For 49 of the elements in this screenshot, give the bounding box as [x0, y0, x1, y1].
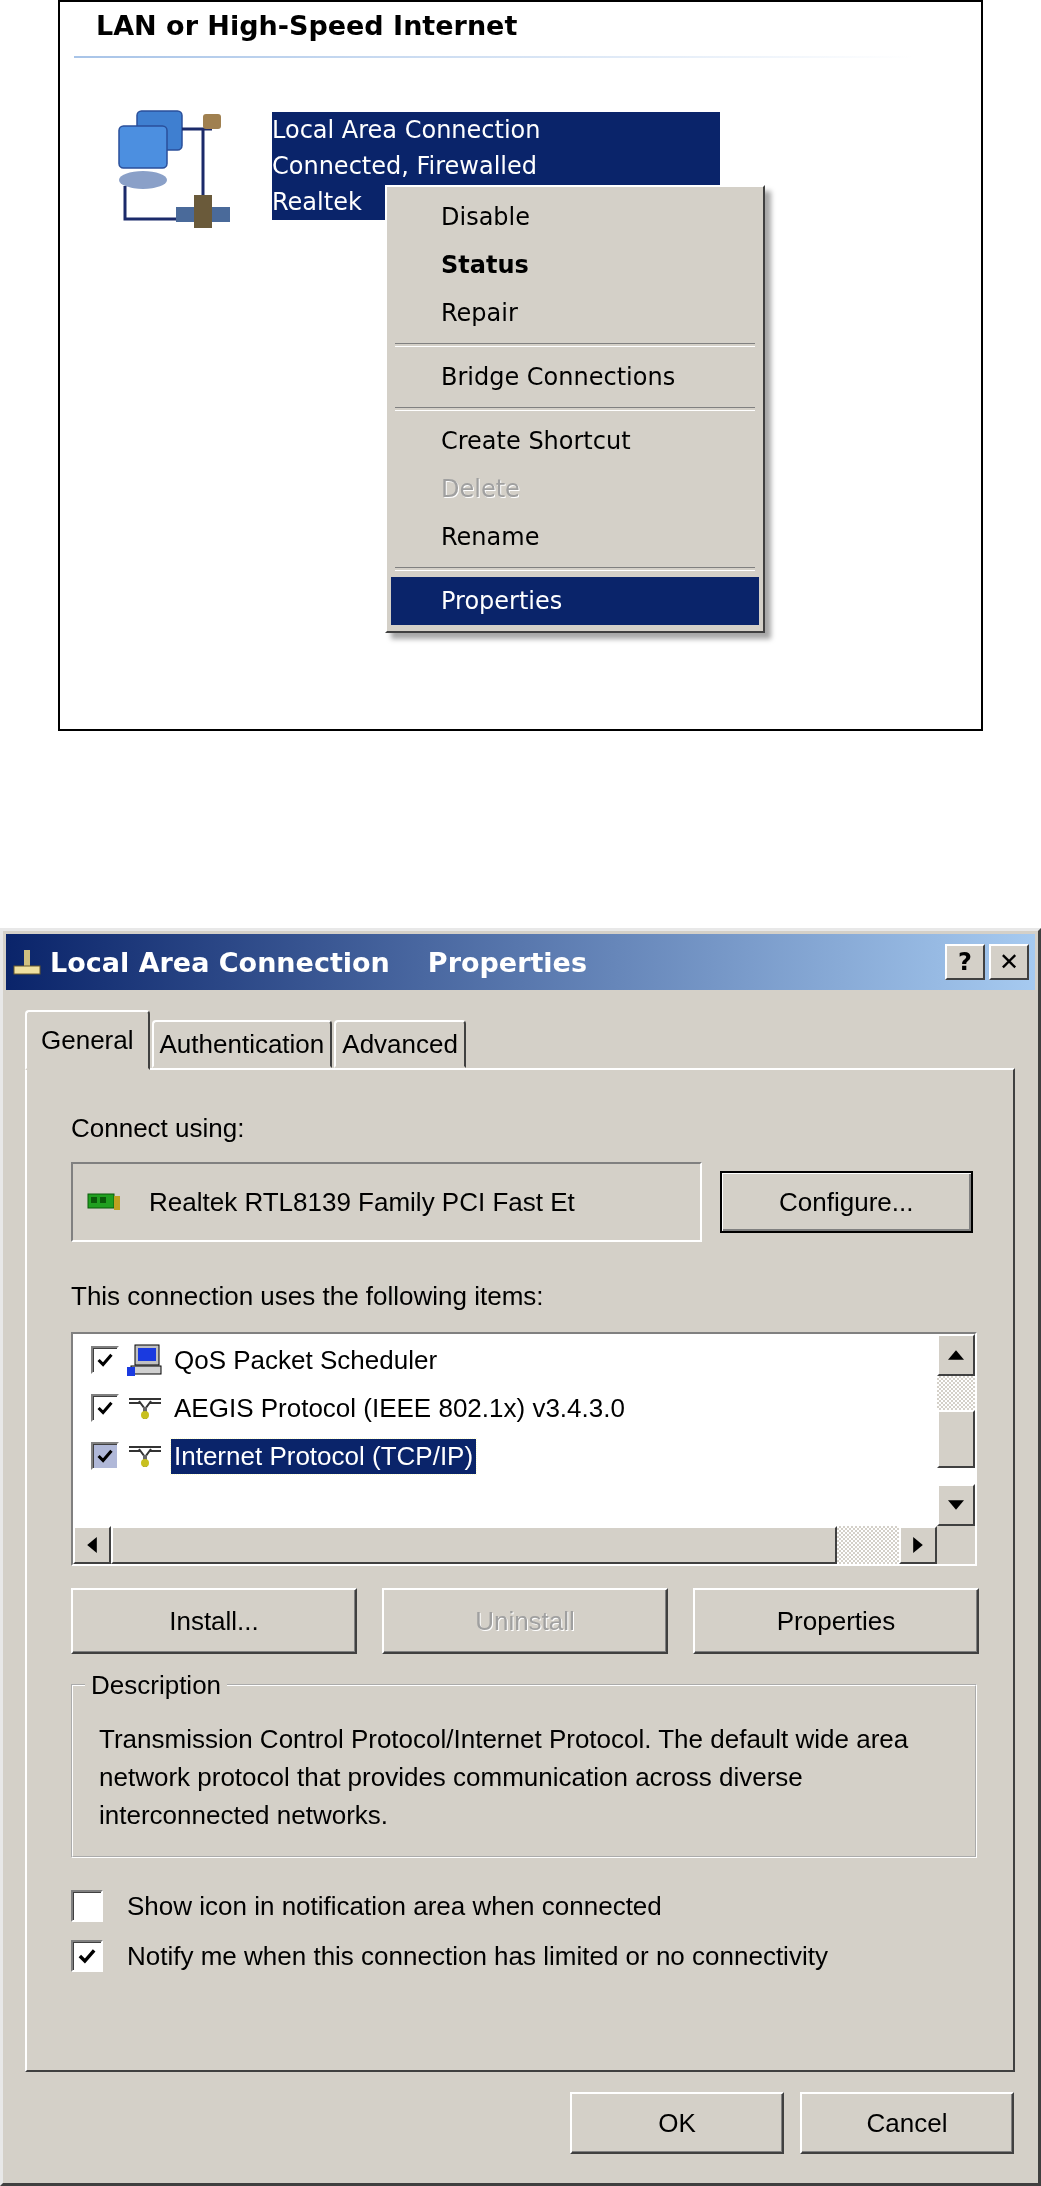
- field-label: Connect using:: [71, 1112, 246, 1145]
- check-icon: [96, 1399, 114, 1417]
- description-text: Transmission Control Protocol/Internet Protocol. The default wide area network protocol that provides communication across diverse interconnected networks.: [99, 1723, 910, 1832]
- connection-text: Connected, Firewalled: [272, 151, 537, 182]
- adapter-name: Realtek RTL8139 Family PCI Fast Et: [149, 1186, 575, 1218]
- up-arrow-icon: [948, 1350, 964, 1360]
- field-label: This connection uses the following items:: [71, 1280, 545, 1313]
- menu-item[interactable]: Status: [391, 241, 759, 289]
- scrollbar-corner: [937, 1526, 975, 1564]
- menu-item[interactable]: Properties: [391, 577, 759, 625]
- computer-icon: [127, 1343, 163, 1377]
- checkbox[interactable]: [91, 1442, 119, 1470]
- tab[interactable]: Authentication: [151, 1020, 333, 1068]
- tab[interactable]: Advanced: [334, 1020, 466, 1068]
- tab[interactable]: General: [25, 1010, 150, 1070]
- scrollbar-thumb[interactable]: [937, 1410, 975, 1468]
- action-button[interactable]: Properties: [693, 1588, 979, 1654]
- window-title: Properties: [427, 946, 587, 978]
- checkbox[interactable]: [71, 1940, 103, 1972]
- window-title: Local Area Connection: [50, 946, 390, 978]
- checkbox-label[interactable]: Notify me when this connection has limited or no connectivity: [127, 1940, 828, 1972]
- list-item[interactable]: QoS Packet Scheduler: [171, 1342, 441, 1378]
- list-item[interactable]: Internet Protocol (TCP/IP): [171, 1438, 477, 1474]
- checkbox-label[interactable]: Show icon in notification area when connected: [127, 1890, 662, 1922]
- network-plug-icon: [12, 948, 42, 976]
- horizontal-scrollbar[interactable]: [73, 1526, 937, 1564]
- action-button[interactable]: Install...: [71, 1588, 357, 1654]
- connection-text: Local Area Connection: [272, 115, 541, 146]
- checkbox[interactable]: [71, 1890, 103, 1922]
- dialog-button[interactable]: OK: [570, 2092, 784, 2154]
- list-item[interactable]: AEGIS Protocol (IEEE 802.1x) v3.4.3.0: [171, 1390, 628, 1426]
- connection-text: Realtek: [272, 187, 362, 218]
- down-arrow-icon: [948, 1500, 964, 1510]
- menu-item[interactable]: Repair: [391, 289, 759, 337]
- scrollbar-thumb[interactable]: [111, 1526, 837, 1564]
- vertical-scrollbar[interactable]: [937, 1334, 975, 1526]
- help-button[interactable]: ?: [945, 944, 985, 980]
- network-card-icon: [87, 1191, 121, 1213]
- close-button[interactable]: ✕: [989, 944, 1029, 980]
- configure-button[interactable]: Configure...: [719, 1171, 973, 1233]
- dialog-button[interactable]: Cancel: [800, 2092, 1014, 2154]
- menu-item[interactable]: Bridge Connections: [391, 353, 759, 401]
- check-icon: [96, 1351, 114, 1369]
- check-icon: [96, 1447, 114, 1465]
- right-arrow-icon: [913, 1537, 923, 1553]
- section-heading: LAN or High-Speed Internet: [96, 10, 518, 41]
- left-arrow-icon: [87, 1537, 97, 1553]
- menu-item[interactable]: Rename: [391, 513, 759, 561]
- menu-item[interactable]: Create Shortcut: [391, 417, 759, 465]
